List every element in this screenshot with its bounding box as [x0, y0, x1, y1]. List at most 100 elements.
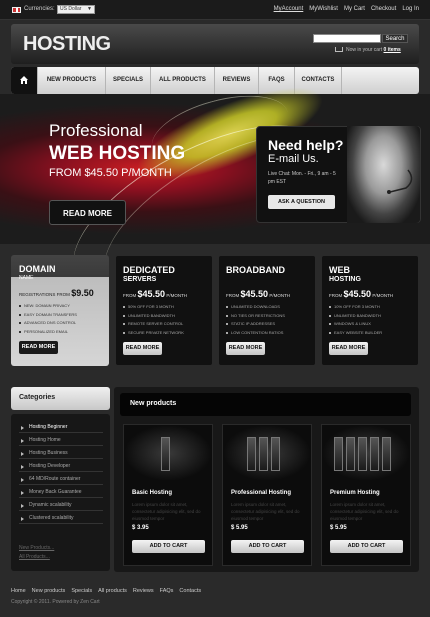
product-price: $ 5.95	[330, 525, 347, 531]
hero-line-1: Professional	[49, 121, 143, 140]
plan-price: REGISTRATIONS FROM $9.50	[19, 288, 94, 298]
uk-flag-icon	[12, 7, 21, 13]
list-item: 50% OFF FOR 3 MONTH	[123, 303, 184, 312]
plan-price-value: $45.50	[240, 289, 269, 299]
plan-read-more-button[interactable]: READ MORE	[123, 342, 162, 355]
product-name[interactable]: Basic Hosting	[132, 490, 172, 496]
new-products-link[interactable]: New Products...	[19, 545, 54, 551]
footer-link-contacts[interactable]: Contacts	[179, 588, 201, 594]
plan-features: UNLIMITED DOWNLOADS NO TIES OR RESTRICTI…	[226, 303, 285, 337]
copyright: Copyright © 2011. Powered by Zen Cart	[11, 599, 100, 605]
plan-price: FROM $45.50 P/MONTH	[329, 289, 393, 299]
list-item: STATIC IP ADDRESSES	[226, 320, 285, 329]
product-description: Lorem ipsum dolor sit amet, consectetur …	[132, 502, 201, 521]
plan-subtitle: NAME	[19, 275, 34, 281]
cart-items-link[interactable]: 0 items	[384, 47, 401, 53]
nav-new-products[interactable]: NEW PRODUCTS	[37, 67, 105, 94]
server-rack-icon	[334, 437, 343, 471]
plan-read-more-button[interactable]: READ MORE	[226, 342, 265, 355]
plan-card-dedicated: DEDICATED SERVERS FROM $45.50 P/MONTH 50…	[115, 255, 213, 366]
footer-link-reviews[interactable]: Reviews	[133, 588, 154, 594]
list-item: WINDOWS & LINUX	[329, 320, 382, 329]
list-item: PERSONALIZED EMAIL	[19, 328, 77, 337]
my-account-link[interactable]: MyAccount	[274, 6, 304, 12]
my-wishlist-link[interactable]: MyWishlist	[309, 6, 338, 12]
plan-features: NEW: DOMAIN PRIVACY EASY DOMAIN TRANSFER…	[19, 302, 77, 336]
ask-question-button[interactable]: ASK A QUESTION	[268, 195, 335, 209]
category-item[interactable]: Hosting Beginner	[19, 422, 103, 433]
plan-card-broadband: BROADBAND FROM $45.50 P/MONTH UNLIMITED …	[218, 255, 316, 366]
product-image[interactable]	[223, 425, 311, 481]
site-logo[interactable]: HOSTING	[23, 33, 111, 56]
plan-price-value: $9.50	[71, 288, 94, 298]
category-item[interactable]: Dynamic scalability	[19, 500, 103, 511]
nav-all-products[interactable]: ALL PRODUCTS	[150, 67, 214, 94]
help-subtitle: E-mail Us.	[268, 153, 319, 165]
footer-link-home[interactable]: Home	[11, 588, 26, 594]
category-item[interactable]: Money Back Guarantee	[19, 487, 103, 498]
search-input[interactable]	[313, 34, 381, 43]
all-products-link[interactable]: All Products...	[19, 554, 50, 560]
list-item: NO TIES OR RESTRICTIONS	[226, 312, 285, 321]
plan-title: DOMAIN	[19, 264, 56, 274]
add-to-cart-button[interactable]: ADD TO CART	[330, 540, 403, 553]
nav-specials[interactable]: SPECIALS	[105, 67, 150, 94]
help-info: Live Chat: Mon. - Fri., 9 am - 5 pm EST	[268, 171, 336, 185]
product-card-premium: Premium Hosting Lorem ipsum dolor sit am…	[321, 424, 411, 566]
category-item[interactable]: Hosting Home	[19, 435, 103, 446]
category-item[interactable]: 64 MD/Route container	[19, 474, 103, 485]
list-item: UNLIMITED DOWNLOADS	[226, 303, 285, 312]
server-rack-icon	[271, 437, 280, 471]
footer-links: Home New products Specials All products …	[11, 588, 201, 594]
product-price: $ 3.95	[132, 525, 149, 531]
plan-price: FROM $45.50 P/MONTH	[123, 289, 187, 299]
list-item: SECURE PRIVATE NETWORK	[123, 329, 184, 338]
list-item: EASY WEBSITE BUILDER	[329, 329, 382, 338]
add-to-cart-button[interactable]: ADD TO CART	[132, 540, 205, 553]
category-item[interactable]: Hosting Developer	[19, 461, 103, 472]
add-to-cart-button[interactable]: ADD TO CART	[231, 540, 304, 553]
new-products-title: New products	[120, 393, 411, 416]
cart-status-label: Now in your cart	[346, 47, 383, 53]
server-rack-icon	[346, 437, 355, 471]
product-name[interactable]: Premium Hosting	[330, 490, 380, 496]
plan-subtitle: HOSTING	[329, 276, 361, 283]
server-rack-icon	[358, 437, 367, 471]
cart-status: Now in your cart 0 items	[346, 47, 401, 53]
account-links: MyAccount MyWishlist My Cart Checkout Lo…	[274, 6, 419, 12]
product-price: $ 5.95	[231, 525, 248, 531]
login-link[interactable]: Log In	[402, 6, 419, 12]
category-item[interactable]: Clustered scalability	[19, 513, 103, 524]
server-rack-icon	[247, 437, 256, 471]
checkout-link[interactable]: Checkout	[371, 6, 396, 12]
product-card-professional: Professional Hosting Lorem ipsum dolor s…	[222, 424, 312, 566]
category-item[interactable]: Hosting Business	[19, 448, 103, 459]
my-cart-link[interactable]: My Cart	[344, 6, 365, 12]
footer-link-all-products[interactable]: All products	[98, 588, 127, 594]
plan-read-more-button[interactable]: READ MORE	[19, 341, 58, 354]
footer-link-specials[interactable]: Specials	[71, 588, 92, 594]
plan-read-more-button[interactable]: READ MORE	[329, 342, 368, 355]
currency-select[interactable]: US Dollar ▼	[57, 5, 95, 14]
plan-title: WEB	[329, 265, 350, 275]
footer-link-new-products[interactable]: New products	[32, 588, 66, 594]
product-name[interactable]: Professional Hosting	[231, 490, 291, 496]
chevron-down-icon: ▼	[87, 6, 92, 12]
product-image[interactable]	[322, 425, 410, 481]
plan-card-domain: DOMAIN NAME REGISTRATIONS FROM $9.50 NEW…	[11, 255, 109, 366]
hero-read-more-button[interactable]: READ MORE	[49, 200, 126, 225]
product-card-basic: Basic Hosting Lorem ipsum dolor sit amet…	[123, 424, 213, 566]
hero-web-text: WEB	[49, 143, 94, 164]
search-button[interactable]: Search	[382, 34, 408, 43]
nav-reviews[interactable]: REVIEWS	[214, 67, 258, 94]
plan-features: 10% OFF FOR 3 MONTH UNLIMITED BANDWIDTH …	[329, 303, 382, 337]
plan-subtitle: SERVERS	[123, 276, 157, 283]
plan-price-suffix: P/MONTH	[372, 293, 394, 298]
plan-features: 50% OFF FOR 3 MONTH UNLIMITED BANDWIDTH …	[123, 303, 184, 337]
list-item: 10% OFF FOR 3 MONTH	[329, 303, 382, 312]
server-rack-icon	[382, 437, 391, 471]
plan-price-prefix: FROM	[123, 293, 137, 298]
footer-link-faqs[interactable]: FAQs	[160, 588, 174, 594]
product-image[interactable]	[124, 425, 212, 481]
list-item: NEW: DOMAIN PRIVACY	[19, 302, 77, 311]
